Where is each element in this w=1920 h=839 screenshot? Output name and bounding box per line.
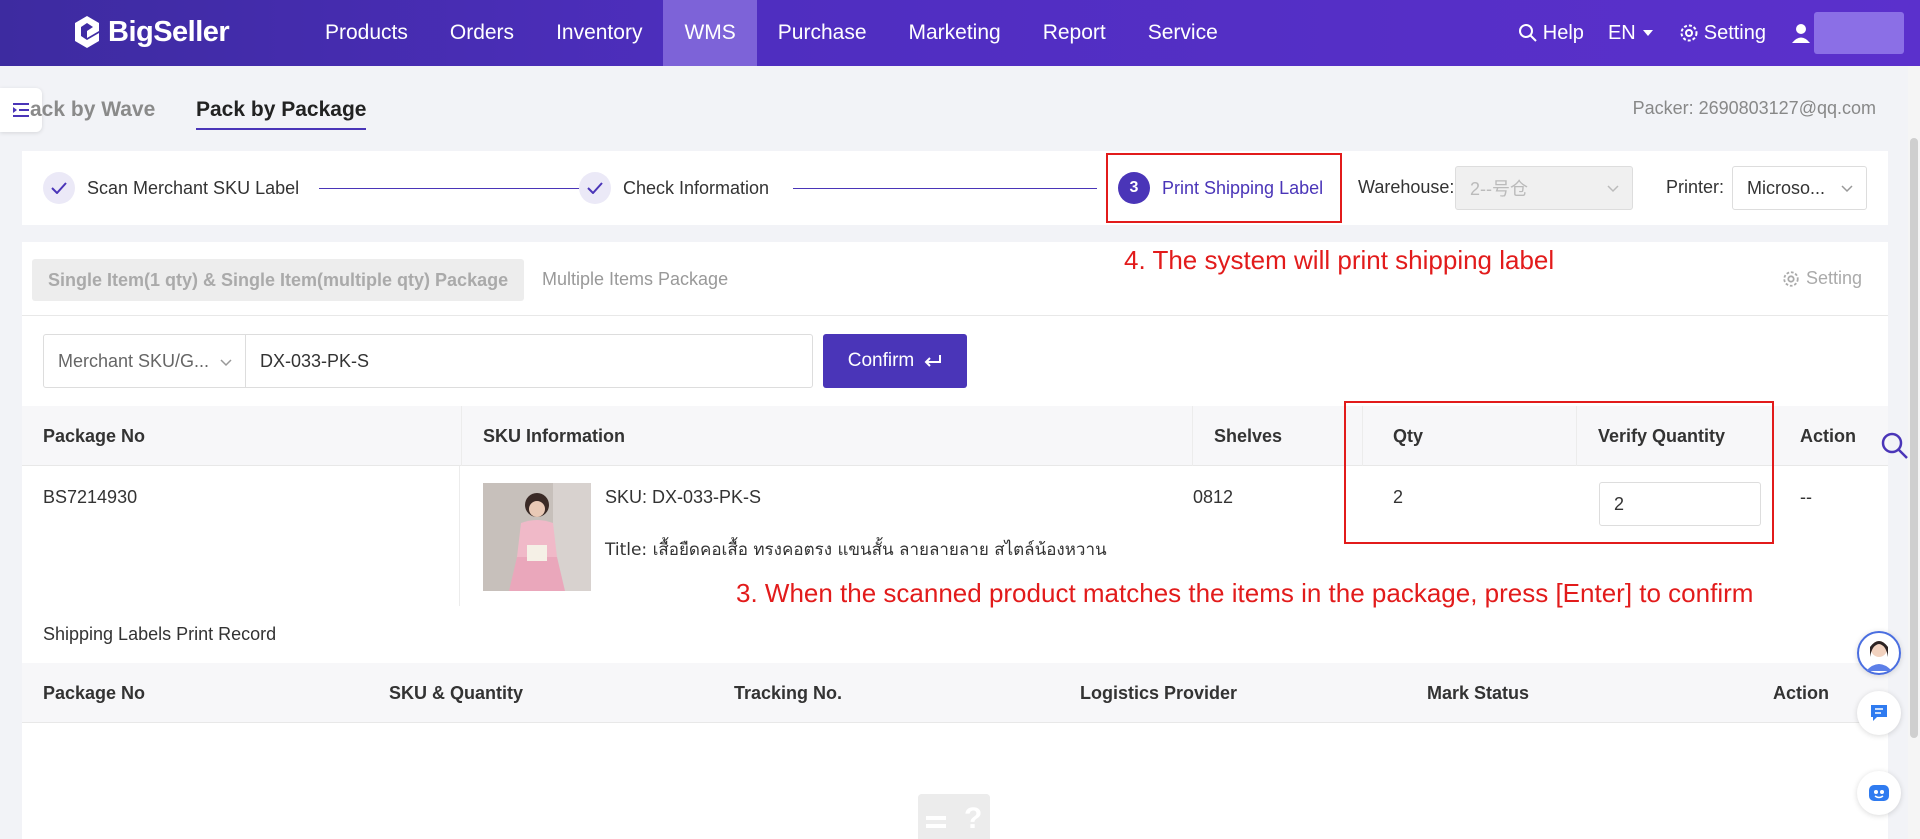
confirm-label: Confirm — [847, 350, 915, 371]
nav-right: Help EN Setting — [1518, 0, 1920, 66]
nav-report[interactable]: Report — [1022, 0, 1127, 66]
scan-row: Merchant SKU/G... DX-033-PK-S Confirm — [22, 316, 1888, 406]
tab-pack-by-wave[interactable]: ack by Wave — [30, 98, 155, 122]
check-icon — [579, 172, 611, 204]
warehouse-label: Warehouse: — [1358, 177, 1455, 197]
robot-face-icon — [1869, 785, 1889, 801]
multiple-items-package-button[interactable]: Multiple Items Package — [542, 269, 728, 290]
setting-label: Setting — [1703, 21, 1766, 44]
column-header-sku-quantity: SKU & Quantity — [389, 683, 524, 703]
warehouse-select[interactable]: 2--号仓 — [1455, 166, 1633, 210]
column-header-logistics-provider: Logistics Provider — [1080, 683, 1238, 703]
pack-tabs: ack by Wave Pack by Package Packer: 2690… — [0, 80, 1920, 140]
step-label: Print Shipping Label — [1162, 177, 1324, 198]
product-title-cell: Title: เสื้อยืดคอเสื้อ ทรงคอตรง แขนสั้น … — [605, 540, 1107, 560]
check-icon — [43, 172, 75, 204]
empty-state-icon: ? — [918, 794, 990, 839]
mode-setting-label: Setting — [1805, 268, 1862, 288]
step-label: Check Information — [623, 177, 770, 198]
printer-label: Printer: — [1666, 177, 1725, 197]
annotation-step-3: 3. When the scanned product matches the … — [736, 578, 1754, 608]
confirm-button[interactable]: Confirm — [823, 334, 967, 388]
search-icon[interactable] — [1880, 431, 1910, 461]
sku-scan-input[interactable]: DX-033-PK-S — [245, 334, 813, 388]
column-header-mark-status: Mark Status — [1427, 683, 1530, 703]
main-menu: Products Orders Inventory WMS Purchase M… — [304, 0, 1239, 66]
shelves-cell: 0812 — [1193, 487, 1234, 507]
gear-icon — [1680, 24, 1698, 42]
user-avatar[interactable] — [1814, 12, 1904, 54]
column-header-package-no: Package No — [22, 406, 462, 466]
print-record-header: Package No SKU & Quantity Tracking No. L… — [22, 663, 1888, 723]
action-cell: -- — [1800, 487, 1812, 507]
step-check-information: Check Information — [579, 151, 769, 225]
setting-link[interactable]: Setting — [1679, 22, 1766, 45]
feedback-button[interactable] — [1857, 691, 1901, 735]
single-item-package-button[interactable]: Single Item(1 qty) & Single Item(multipl… — [32, 259, 525, 301]
chevron-down-icon — [220, 359, 232, 367]
nav-wms[interactable]: WMS — [663, 0, 757, 66]
nav-orders[interactable]: Orders — [429, 0, 535, 66]
nav-products[interactable]: Products — [304, 0, 429, 66]
sku-cell: SKU: DX-033-PK-S — [605, 487, 762, 507]
package-no-cell: BS7214930 — [43, 487, 138, 507]
bigseller-logo-icon — [75, 16, 99, 48]
nav-service[interactable]: Service — [1127, 0, 1239, 66]
top-navbar: BigSeller Products Orders Inventory WMS … — [0, 0, 1920, 66]
support-agent-avatar — [1857, 631, 1901, 675]
language-selector[interactable]: EN — [1608, 22, 1655, 45]
column-header-action: Action — [1773, 683, 1829, 703]
print-record-title: Shipping Labels Print Record — [43, 624, 277, 644]
print-record-section: Shipping Labels Print Record Package No … — [22, 606, 1888, 839]
language-label: EN — [1607, 21, 1636, 44]
scan-type-select[interactable]: Merchant SKU/G... — [43, 334, 246, 388]
user-icon[interactable] — [1790, 22, 1812, 44]
step-connector — [793, 188, 1097, 189]
column-header-package-no: Package No — [43, 683, 146, 703]
printer-select[interactable]: Microso... — [1732, 166, 1867, 210]
page-scrollbar[interactable] — [1908, 66, 1920, 839]
package-type-bar: Single Item(1 qty) & Single Item(multipl… — [22, 242, 1888, 316]
help-label: Help — [1542, 21, 1584, 44]
scan-type-value: Merchant SKU/G... — [58, 351, 210, 371]
annotation-step-4: 4. The system will print shipping label — [1124, 245, 1555, 275]
help-link[interactable]: Help — [1518, 22, 1584, 45]
product-thumbnail — [483, 483, 591, 591]
search-icon — [1518, 24, 1537, 42]
caret-down-icon — [1642, 30, 1653, 36]
brand-name: BigSeller — [108, 15, 230, 48]
nav-inventory[interactable]: Inventory — [535, 0, 663, 66]
step-connector — [319, 188, 585, 189]
support-avatar-button[interactable] — [1857, 631, 1901, 675]
mode-setting-button[interactable]: Setting — [1782, 268, 1862, 289]
column-divider — [459, 466, 460, 606]
svg-text:?: ? — [964, 802, 982, 835]
printer-value: Microso... — [1747, 177, 1826, 198]
brand-logo[interactable]: BigSeller — [72, 14, 230, 50]
column-header-tracking-no: Tracking No. — [734, 683, 843, 703]
chevron-down-icon — [1841, 185, 1853, 193]
column-header-shelves: Shelves — [1193, 406, 1363, 466]
nav-marketing[interactable]: Marketing — [888, 0, 1022, 66]
step-print-shipping-label: 3 Print Shipping Label — [1106, 153, 1342, 223]
step-number: 3 — [1118, 172, 1150, 204]
tab-pack-by-package[interactable]: Pack by Package — [196, 98, 367, 130]
step-scan-sku: Scan Merchant SKU Label — [43, 151, 299, 225]
chat-icon — [1871, 705, 1887, 721]
enter-icon — [924, 355, 942, 367]
gear-icon — [1783, 270, 1799, 287]
nav-purchase[interactable]: Purchase — [757, 0, 888, 66]
steps-bar: Scan Merchant SKU Label Check Informatio… — [22, 151, 1888, 225]
column-header-sku-information: SKU Information — [462, 406, 1193, 466]
warehouse-value: 2--号仓 — [1470, 179, 1528, 199]
product-image — [483, 483, 591, 591]
scrollbar-thumb[interactable] — [1910, 138, 1918, 738]
step-label: Scan Merchant SKU Label — [87, 177, 300, 198]
qty-highlight-box — [1344, 401, 1774, 544]
chevron-down-icon — [1607, 185, 1619, 193]
assistant-button[interactable] — [1857, 771, 1901, 815]
packer-info: Packer: 2690803127@qq.com — [1632, 98, 1876, 118]
column-header-action: Action — [1800, 426, 1856, 446]
